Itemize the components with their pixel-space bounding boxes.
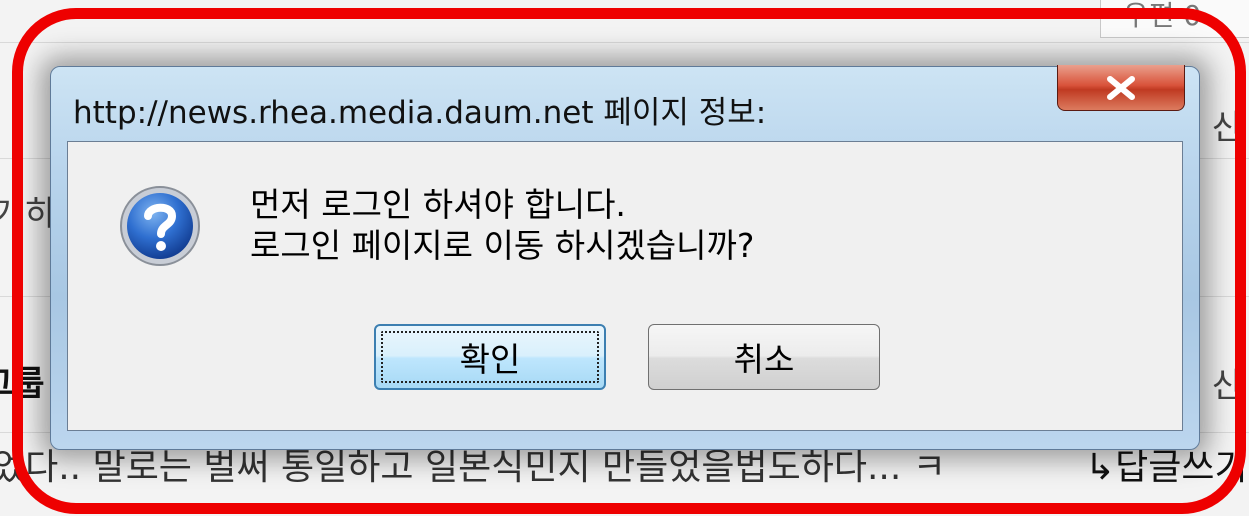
annotation-highlight-frame [12, 8, 1246, 514]
